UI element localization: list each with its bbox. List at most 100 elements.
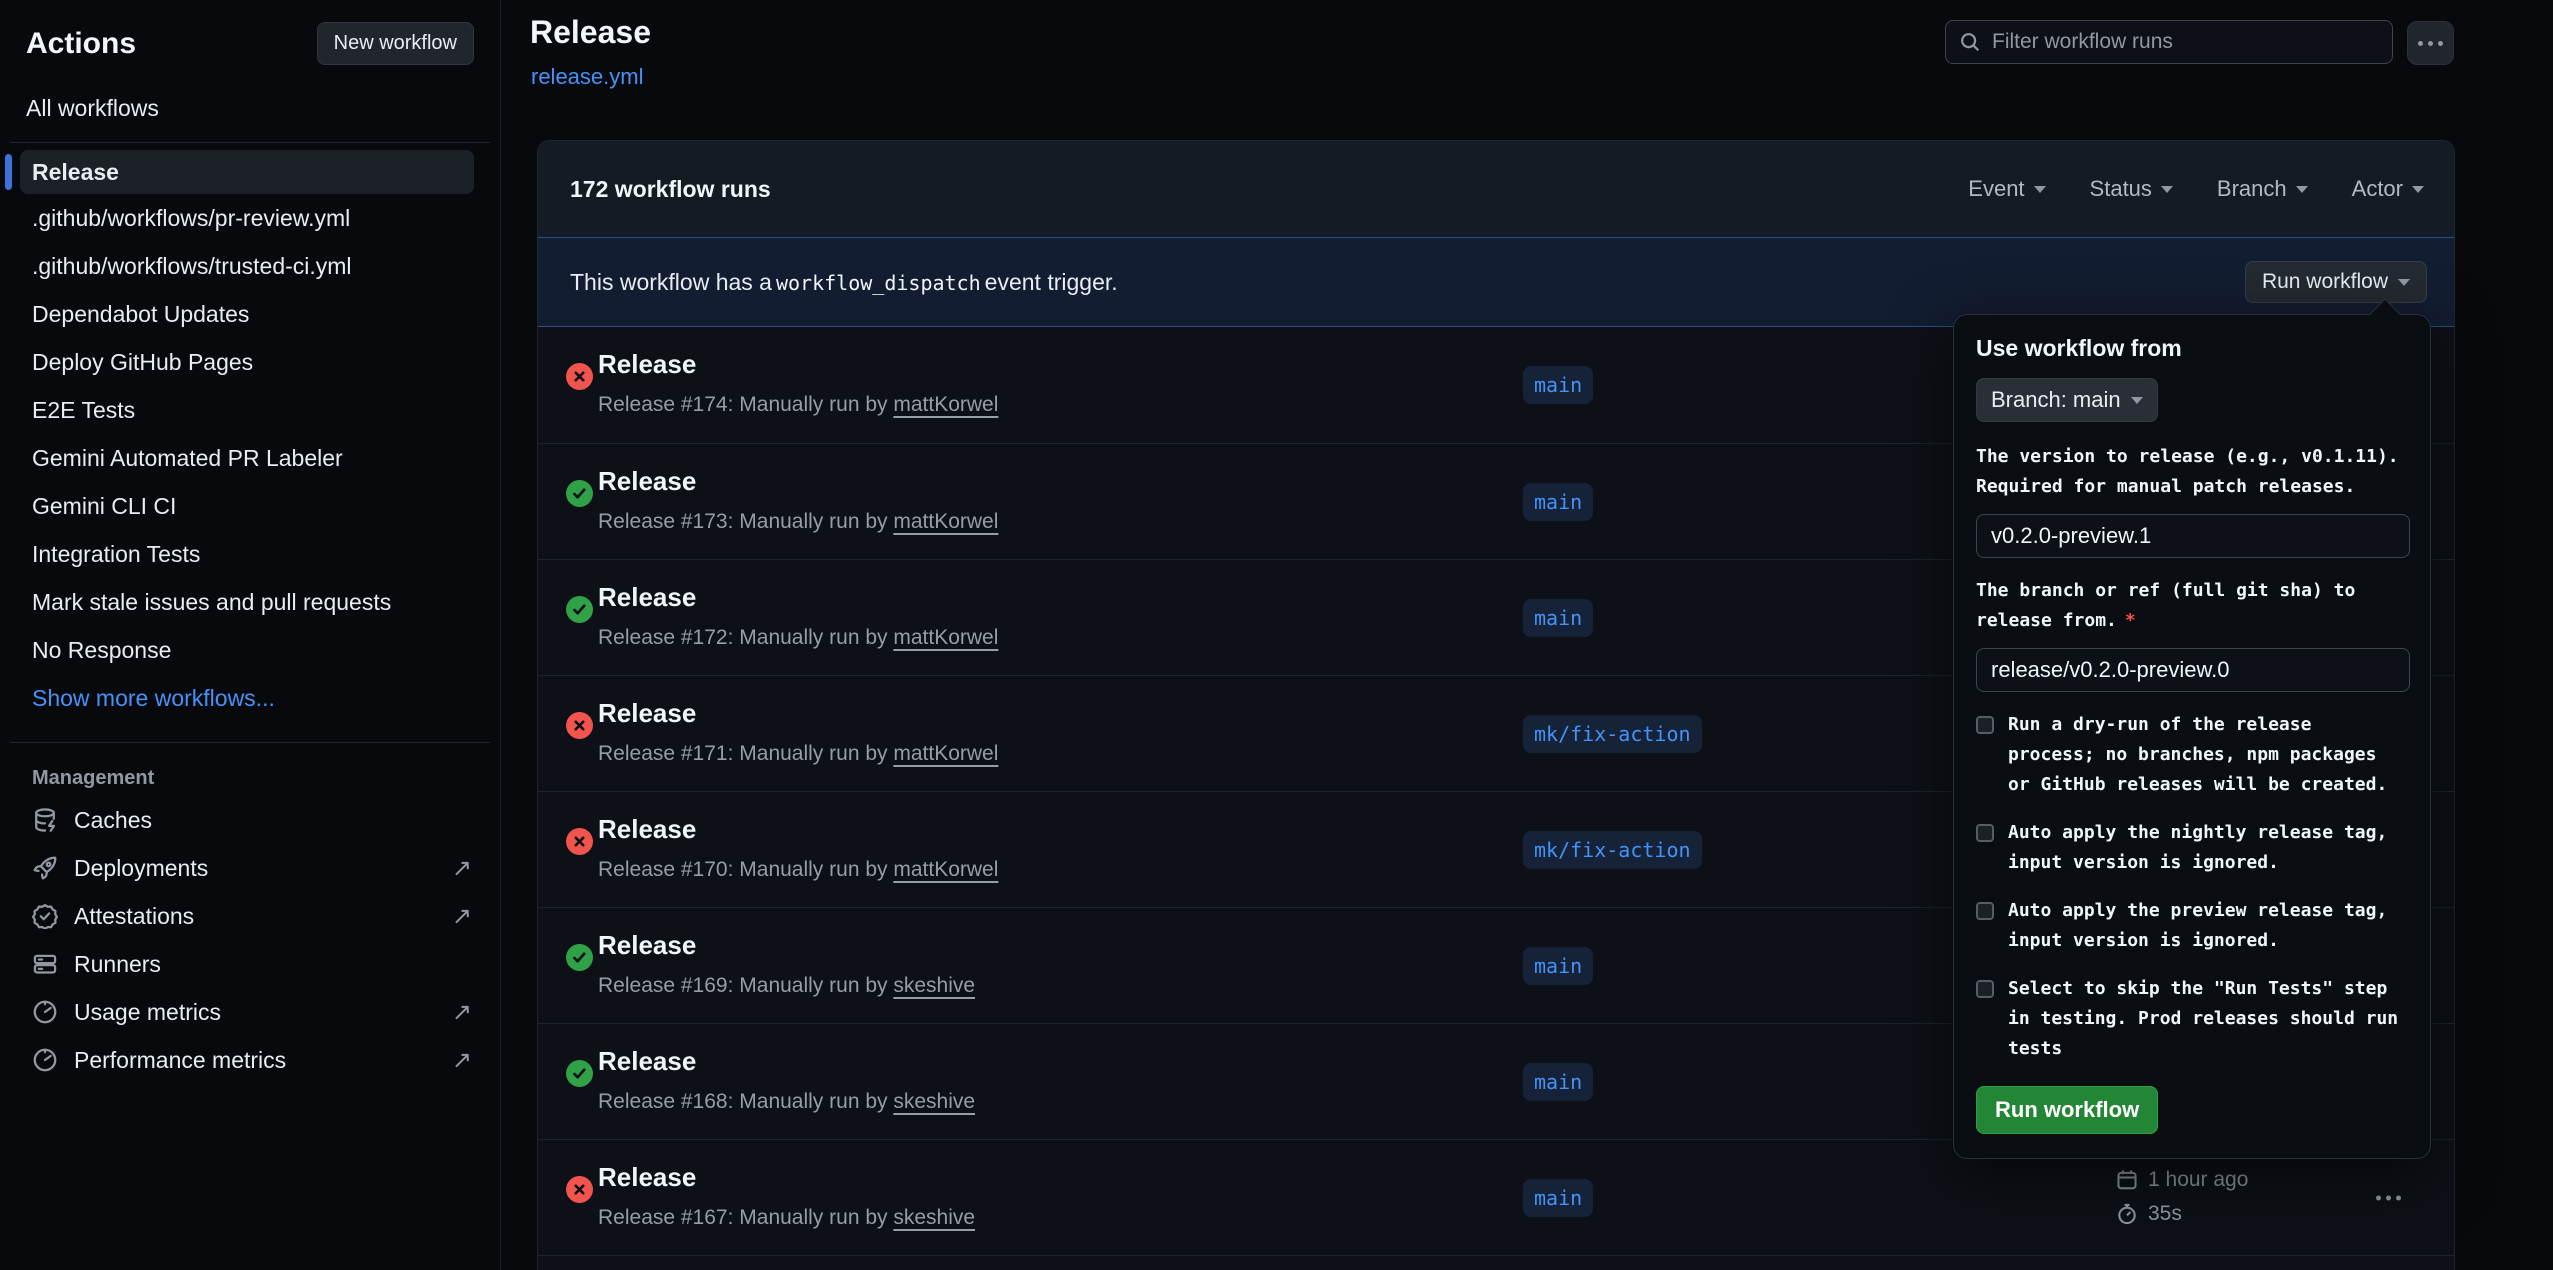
verified-icon: [32, 903, 58, 929]
management-item-deployments[interactable]: Deployments ↗: [0, 844, 500, 892]
popover-option-1: Run a dry-run of the releaseprocess; no …: [1976, 710, 2418, 800]
run-workflow-popover: Use workflow from Branch: main The versi…: [1953, 314, 2431, 1159]
management-item-label: Deployments: [74, 855, 208, 882]
checkbox[interactable]: [1976, 980, 1994, 998]
actor-link[interactable]: mattKorwel: [893, 393, 998, 416]
sidebar-item-github-workflows-trusted-ci-yml[interactable]: .github/workflows/trusted-ci.yml: [0, 242, 500, 290]
management-item-caches[interactable]: Caches: [0, 796, 500, 844]
management-item-label: Usage metrics: [74, 999, 221, 1026]
ref-input-description: The branch or ref (full git sha) torelea…: [1976, 576, 2418, 636]
version-input[interactable]: [1976, 514, 2410, 558]
sidebar-item-deploy-github-pages[interactable]: Deploy GitHub Pages: [0, 338, 500, 386]
management-item-performance-metrics[interactable]: Performance metrics↗: [0, 1036, 500, 1084]
chevron-down-icon: [2398, 279, 2410, 286]
popover-option-3: Auto apply the preview release tag,input…: [1976, 896, 2418, 956]
branch-badge[interactable]: main: [1523, 483, 1593, 521]
actor-link[interactable]: mattKorwel: [893, 510, 998, 533]
run-filters: Event Status Branch Actor: [1968, 176, 2424, 202]
sidebar-divider: [10, 142, 490, 143]
ref-input[interactable]: [1976, 648, 2410, 692]
sidebar-item-release[interactable]: Release: [20, 150, 474, 194]
check-icon: [572, 1066, 587, 1081]
cache-icon: [32, 807, 58, 833]
selected-indicator-bar: [5, 154, 12, 190]
sidebar-item-gemini-cli-ci[interactable]: Gemini CLI CI: [0, 482, 500, 530]
run-duration: 35s: [2116, 1202, 2248, 1226]
run-options-kebab-button[interactable]: [2376, 1195, 2401, 1200]
management-section-label: Management: [32, 767, 500, 790]
next-row-sliver: [538, 1255, 2454, 1270]
filter-status[interactable]: Status: [2090, 176, 2173, 202]
run-description: Release #174: Manually run by mattKorwel: [598, 393, 998, 417]
sidebar-item-label: Gemini Automated PR Labeler: [32, 445, 343, 472]
run-title[interactable]: Release: [598, 930, 696, 961]
branch-badge[interactable]: main: [1523, 1179, 1593, 1217]
branch-badge[interactable]: mk/fix-action: [1523, 715, 1702, 753]
run-workflow-submit-button[interactable]: Run workflow: [1976, 1086, 2158, 1134]
actor-link[interactable]: skeshive: [893, 974, 975, 997]
checkbox[interactable]: [1976, 902, 1994, 920]
check-icon: [572, 950, 587, 965]
external-link-icon: ↗: [452, 998, 472, 1027]
sidebar-item-show-more-workflows[interactable]: Show more workflows...: [0, 674, 500, 722]
run-count: 172 workflow runs: [570, 176, 771, 203]
branch-badge[interactable]: mk/fix-action: [1523, 831, 1702, 869]
run-title[interactable]: Release: [598, 814, 696, 845]
sidebar-item-label: No Response: [32, 637, 171, 664]
checkbox[interactable]: [1976, 824, 1994, 842]
sidebar-item-e2e-tests[interactable]: E2E Tests: [0, 386, 500, 434]
sidebar-item-label: E2E Tests: [32, 397, 135, 424]
management-item-label: Attestations: [74, 903, 194, 930]
run-title[interactable]: Release: [598, 1162, 696, 1193]
actor-link[interactable]: mattKorwel: [893, 626, 998, 649]
actor-link[interactable]: mattKorwel: [893, 858, 998, 881]
management-item-label: Caches: [74, 807, 152, 834]
run-title[interactable]: Release: [598, 466, 696, 497]
external-link-icon: ↗: [452, 1046, 472, 1075]
management-item-attestations[interactable]: Attestations↗: [0, 892, 500, 940]
sidebar-item-integration-tests[interactable]: Integration Tests: [0, 530, 500, 578]
meter-icon: [32, 999, 58, 1025]
workflow-options-kebab-button[interactable]: [2407, 21, 2454, 65]
new-workflow-button[interactable]: New workflow: [317, 22, 474, 65]
checkbox[interactable]: [1976, 716, 1994, 734]
actor-link[interactable]: skeshive: [893, 1206, 975, 1229]
management-item-runners[interactable]: Runners: [0, 940, 500, 988]
sidebar-item-no-response[interactable]: No Response: [0, 626, 500, 674]
branch-badge[interactable]: main: [1523, 1063, 1593, 1101]
filter-actor[interactable]: Actor: [2352, 176, 2424, 202]
branch-badge[interactable]: main: [1523, 366, 1593, 404]
filter-branch[interactable]: Branch: [2217, 176, 2308, 202]
sidebar-divider: [10, 742, 490, 743]
x-icon: [572, 1182, 587, 1197]
chevron-down-icon: [2412, 186, 2424, 193]
branch-badge[interactable]: main: [1523, 947, 1593, 985]
sidebar-item-all-workflows[interactable]: All workflows: [26, 95, 474, 122]
workflow-file-link[interactable]: release.yml: [531, 64, 643, 90]
branch-selector-button[interactable]: Branch: main: [1976, 378, 2158, 422]
chevron-down-icon: [2161, 186, 2173, 193]
sidebar-item-gemini-automated-pr-labeler[interactable]: Gemini Automated PR Labeler: [0, 434, 500, 482]
run-title[interactable]: Release: [598, 1046, 696, 1077]
run-workflow-dropdown-button[interactable]: Run workflow: [2245, 261, 2427, 303]
run-title[interactable]: Release: [598, 582, 696, 613]
run-title[interactable]: Release: [598, 698, 696, 729]
sidebar-item-label: Mark stale issues and pull requests: [32, 589, 391, 616]
rocket-icon: [32, 855, 58, 881]
run-title[interactable]: Release: [598, 349, 696, 380]
management-item-usage-metrics[interactable]: Usage metrics ↗: [0, 988, 500, 1036]
filter-event[interactable]: Event: [1968, 176, 2045, 202]
sidebar-item-github-workflows-pr-review-yml[interactable]: .github/workflows/pr-review.yml: [0, 194, 500, 242]
workflow-dispatch-code: workflow_dispatch: [776, 271, 981, 295]
external-link-icon: ↗: [452, 854, 472, 883]
popover-checkbox-group: Run a dry-run of the releaseprocess; no …: [1976, 710, 2418, 1064]
sidebar-item-dependabot-updates[interactable]: Dependabot Updates: [0, 290, 500, 338]
sidebar-item-mark-stale-issues-and-pull-requests[interactable]: Mark stale issues and pull requests: [0, 578, 500, 626]
actor-link[interactable]: skeshive: [893, 1090, 975, 1113]
search-input[interactable]: [1945, 20, 2393, 64]
sidebar-item-label: Show more workflows...: [32, 685, 275, 712]
check-icon: [572, 602, 587, 617]
required-asterisk: *: [2125, 610, 2136, 631]
branch-badge[interactable]: main: [1523, 599, 1593, 637]
actor-link[interactable]: mattKorwel: [893, 742, 998, 765]
